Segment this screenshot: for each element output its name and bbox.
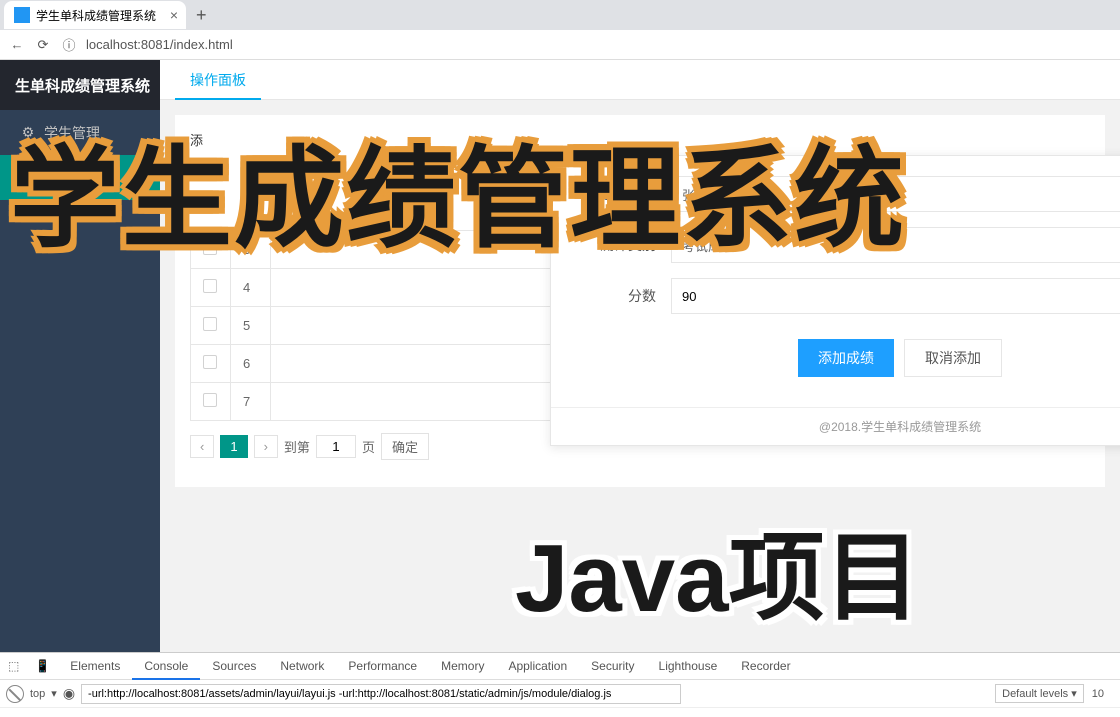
tab-favicon: [14, 7, 30, 23]
dt-tab-elements[interactable]: Elements: [58, 653, 132, 680]
log-levels-select[interactable]: Default levels ▾: [995, 684, 1084, 703]
submit-button[interactable]: 添加成绩: [798, 339, 894, 377]
goto-confirm[interactable]: 确定: [381, 433, 429, 460]
page-number[interactable]: 1: [220, 435, 247, 458]
app-title: 生单科成绩管理系统: [0, 60, 160, 110]
row-number: 4: [231, 269, 271, 307]
score-input[interactable]: [671, 278, 1120, 314]
dt-tab-sources[interactable]: Sources: [200, 653, 268, 680]
dialog-footer: @2018.学生单科成绩管理系统: [551, 407, 1120, 445]
row-checkbox[interactable]: [203, 355, 217, 369]
new-tab-button[interactable]: +: [196, 5, 207, 26]
row-number: 6: [231, 345, 271, 383]
device-icon[interactable]: 📱: [27, 659, 58, 673]
address-bar: ← ⟳ ⓘ localhost:8081/index.html: [0, 30, 1120, 60]
close-icon[interactable]: ×: [170, 7, 178, 23]
inspect-icon[interactable]: ⬚: [0, 659, 27, 673]
page-prev[interactable]: ‹: [190, 435, 214, 458]
overlay-subtitle: Java项目: [515, 500, 921, 639]
goto-input[interactable]: [316, 435, 356, 458]
page-next[interactable]: ›: [254, 435, 278, 458]
dt-tab-performance[interactable]: Performance: [336, 653, 429, 680]
dt-tab-security[interactable]: Security: [579, 653, 646, 680]
row-number: 5: [231, 307, 271, 345]
nav-back-icon[interactable]: ←: [8, 37, 26, 52]
devtools-panel: ⬚ 📱 Elements Console Sources Network Per…: [0, 652, 1120, 717]
overlay-title: 学生成绩管理系统: [10, 109, 906, 269]
page-label: 页: [362, 437, 375, 456]
score-label: 分数: [571, 286, 671, 306]
dt-tab-network[interactable]: Network: [268, 653, 336, 680]
row-checkbox[interactable]: [203, 317, 217, 331]
panel-tab[interactable]: 操作面板: [175, 60, 261, 100]
info-icon[interactable]: ⓘ: [60, 35, 78, 54]
row-checkbox[interactable]: [203, 393, 217, 407]
reload-icon[interactable]: ⟳: [34, 37, 52, 53]
context-select[interactable]: top: [30, 688, 45, 700]
dt-tab-application[interactable]: Application: [496, 653, 579, 680]
devtools-tabs: ⬚ 📱 Elements Console Sources Network Per…: [0, 653, 1120, 680]
tab-title: 学生单科成绩管理系统: [36, 7, 156, 24]
url-text[interactable]: localhost:8081/index.html: [86, 37, 1112, 52]
issues-count[interactable]: 10: [1092, 688, 1104, 700]
dt-tab-memory[interactable]: Memory: [429, 653, 496, 680]
goto-label: 到第: [284, 437, 310, 456]
eye-icon[interactable]: ◉: [63, 685, 75, 702]
row-checkbox[interactable]: [203, 279, 217, 293]
dt-tab-recorder[interactable]: Recorder: [729, 653, 802, 680]
cancel-button[interactable]: 取消添加: [904, 339, 1002, 377]
browser-tab-bar: 学生单科成绩管理系统 × +: [0, 0, 1120, 30]
clear-console-icon[interactable]: [6, 685, 24, 703]
row-number: 7: [231, 383, 271, 421]
tab-bar: 操作面板: [160, 60, 1120, 100]
browser-tab[interactable]: 学生单科成绩管理系统 ×: [4, 1, 186, 29]
dt-tab-lighthouse[interactable]: Lighthouse: [647, 653, 730, 680]
dt-tab-console[interactable]: Console: [132, 653, 200, 680]
console-filter-input[interactable]: [81, 684, 681, 704]
console-toolbar: top ▾ ◉ Default levels ▾ 10: [0, 680, 1120, 708]
chevron-down-icon: ▾: [51, 687, 57, 700]
